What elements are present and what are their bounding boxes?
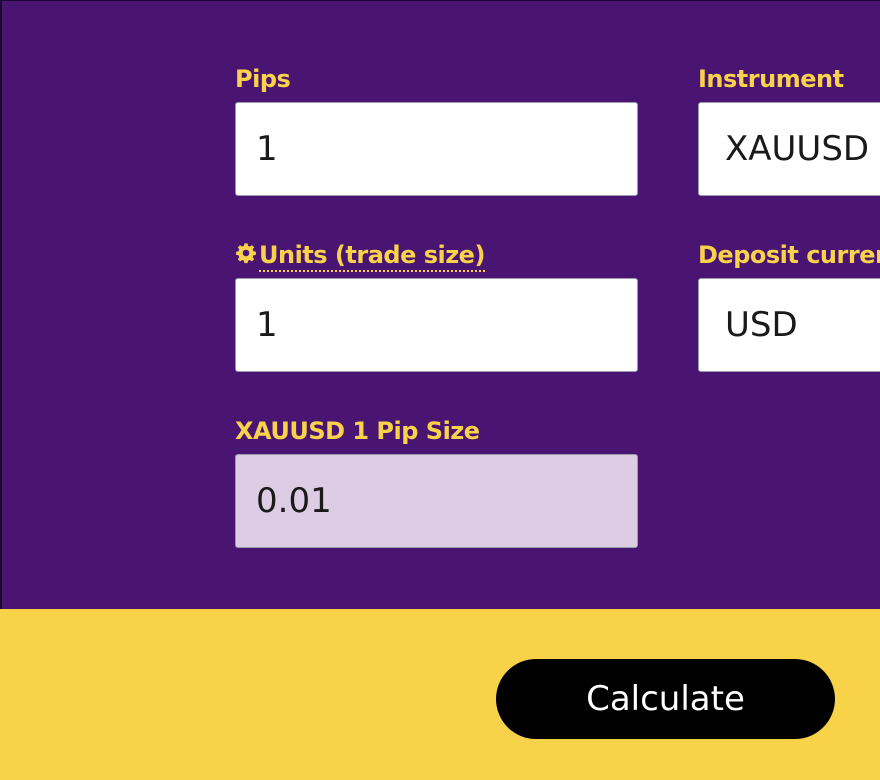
calculate-button[interactable]: Calculate <box>496 659 835 739</box>
instrument-label: Instrument <box>698 65 844 93</box>
instrument-value: XAUUSD <box>725 129 870 169</box>
pip-size-label: XAUUSD 1 Pip Size <box>235 417 480 445</box>
pips-label: Pips <box>235 65 291 93</box>
instrument-select[interactable]: XAUUSD <box>698 102 880 196</box>
pip-size-field <box>235 454 638 548</box>
units-input[interactable] <box>235 278 638 372</box>
deposit-currency-select[interactable]: USD <box>698 278 880 372</box>
form-panel: Pips Instrument XAUUSD Units (trade size… <box>0 0 880 609</box>
calculator-frame: Pips Instrument XAUUSD Units (trade size… <box>0 0 880 780</box>
units-label-row: Units (trade size) <box>235 241 485 272</box>
units-label[interactable]: Units (trade size) <box>259 241 485 272</box>
gear-icon[interactable] <box>235 242 257 270</box>
deposit-currency-value: USD <box>725 305 798 345</box>
pips-input[interactable] <box>235 102 638 196</box>
deposit-currency-label: Deposit currer <box>698 241 880 269</box>
